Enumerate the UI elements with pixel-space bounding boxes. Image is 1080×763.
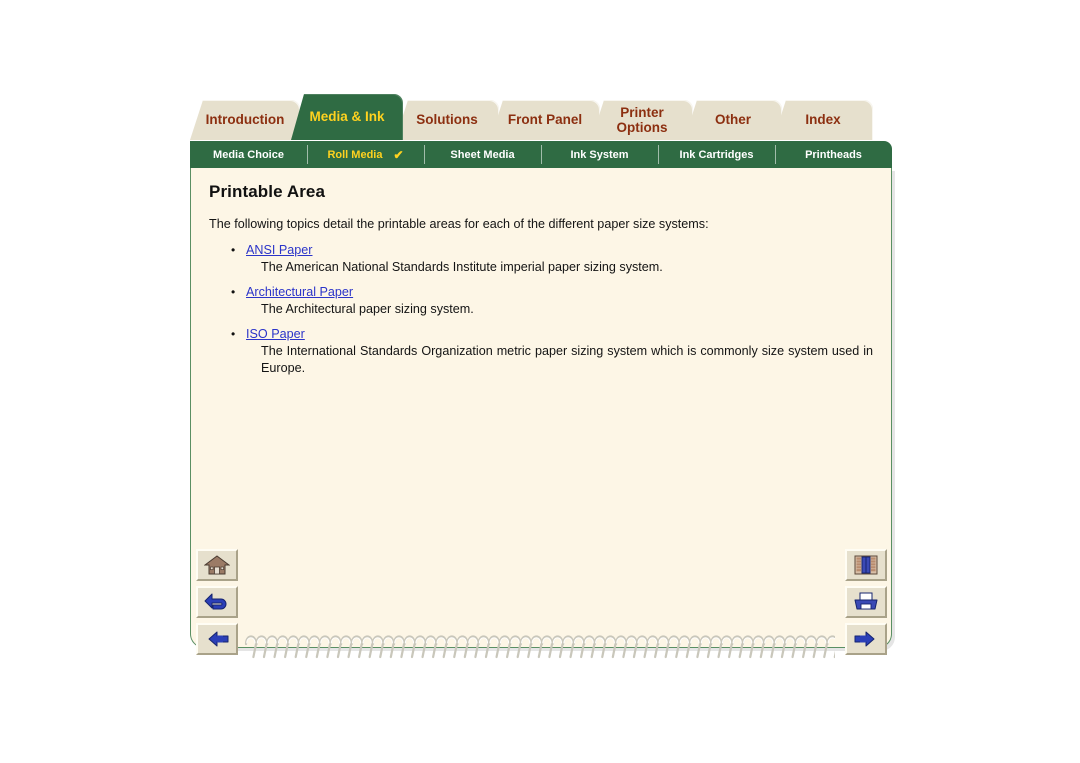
left-navigation-buttons [196,549,238,660]
subtab-ink-cartridges[interactable]: Ink Cartridges [658,141,775,168]
page-title: Printable Area [209,182,326,201]
link-iso-paper[interactable]: ISO Paper [246,326,305,343]
tab-printer-options-label: Printer Options [616,104,668,135]
subtab-media-choice-label: Media Choice [213,148,284,161]
subtab-ink-cartridges-label: Ink Cartridges [679,148,754,161]
subtab-sheet-media-label: Sheet Media [450,148,515,161]
subtab-media-choice[interactable]: Media Choice [190,141,307,168]
spiral-binding [243,630,839,662]
index-button[interactable] [845,549,887,581]
tab-other[interactable]: Other [684,100,782,140]
help-viewer-window: Introduction Media & Ink Solutions Front… [0,0,1080,763]
bullet-icon: • [231,327,236,341]
subtab-roll-media-label: Roll Media [327,148,383,161]
intro-paragraph: The following topics detail the printabl… [209,217,709,231]
topic-list: • ANSI Paper The American National Stand… [209,242,873,377]
subtab-printheads-label: Printheads [805,148,862,161]
topic-row: • Architectural Paper [209,284,873,301]
tab-printer-options[interactable]: Printer Options [591,100,693,140]
subtab-ink-system[interactable]: Ink System [541,141,658,168]
right-navigation-buttons [845,549,887,660]
list-item: • ISO Paper The International Standards … [209,326,873,377]
list-item: • ANSI Paper The American National Stand… [209,242,873,276]
tab-introduction-label: Introduction [205,111,285,127]
bullet-icon: • [231,285,236,299]
tab-introduction[interactable]: Introduction [190,100,300,140]
back-arrow-icon [204,591,230,613]
list-item: • Architectural Paper The Architectural … [209,284,873,318]
tab-solutions[interactable]: Solutions [395,100,499,140]
tab-index-label: Index [805,111,841,127]
topic-row: • ISO Paper [209,326,873,343]
hand-left-icon [204,629,230,649]
tab-front-panel[interactable]: Front Panel [490,100,600,140]
tab-media-and-ink[interactable]: Media & Ink [291,94,403,140]
primary-tab-bar: Introduction Media & Ink Solutions Front… [190,94,905,142]
hand-right-icon [853,629,879,649]
tab-media-and-ink-label: Media & Ink [309,108,385,124]
tab-solutions-label: Solutions [416,111,478,127]
subtab-ink-system-label: Ink System [570,148,629,161]
back-button[interactable] [196,586,238,618]
tab-front-panel-label: Front Panel [507,111,583,127]
topic-description-ansi: The American National Standards Institut… [261,260,663,274]
index-book-icon [853,554,879,576]
print-button[interactable] [845,586,887,618]
printer-icon [853,591,879,613]
subtab-roll-media[interactable]: Roll Media ✔ [307,141,424,168]
tab-index[interactable]: Index [773,100,873,140]
home-button[interactable] [196,549,238,581]
tab-other-label: Other [714,111,751,127]
link-architectural-paper[interactable]: Architectural Paper [246,284,353,301]
home-icon [204,554,230,576]
topic-description-architectural: The Architectural paper sizing system. [261,302,474,316]
subtab-sheet-media[interactable]: Sheet Media [424,141,541,168]
subtab-printheads[interactable]: Printheads [775,141,892,168]
content-body: Printable Area The following topics deta… [191,168,891,543]
next-page-button[interactable] [845,623,887,655]
spiral-binding-graphic [244,635,839,659]
check-icon: ✔ [393,147,404,162]
secondary-tab-bar: Media Choice Roll Media ✔ Sheet Media In… [190,141,892,168]
bullet-icon: • [231,243,236,257]
topic-description-iso: The International Standards Organization… [261,344,873,375]
content-page: Printable Area The following topics deta… [190,168,892,648]
previous-page-button[interactable] [196,623,238,655]
topic-row: • ANSI Paper [209,242,873,259]
link-ansi-paper[interactable]: ANSI Paper [246,242,313,259]
